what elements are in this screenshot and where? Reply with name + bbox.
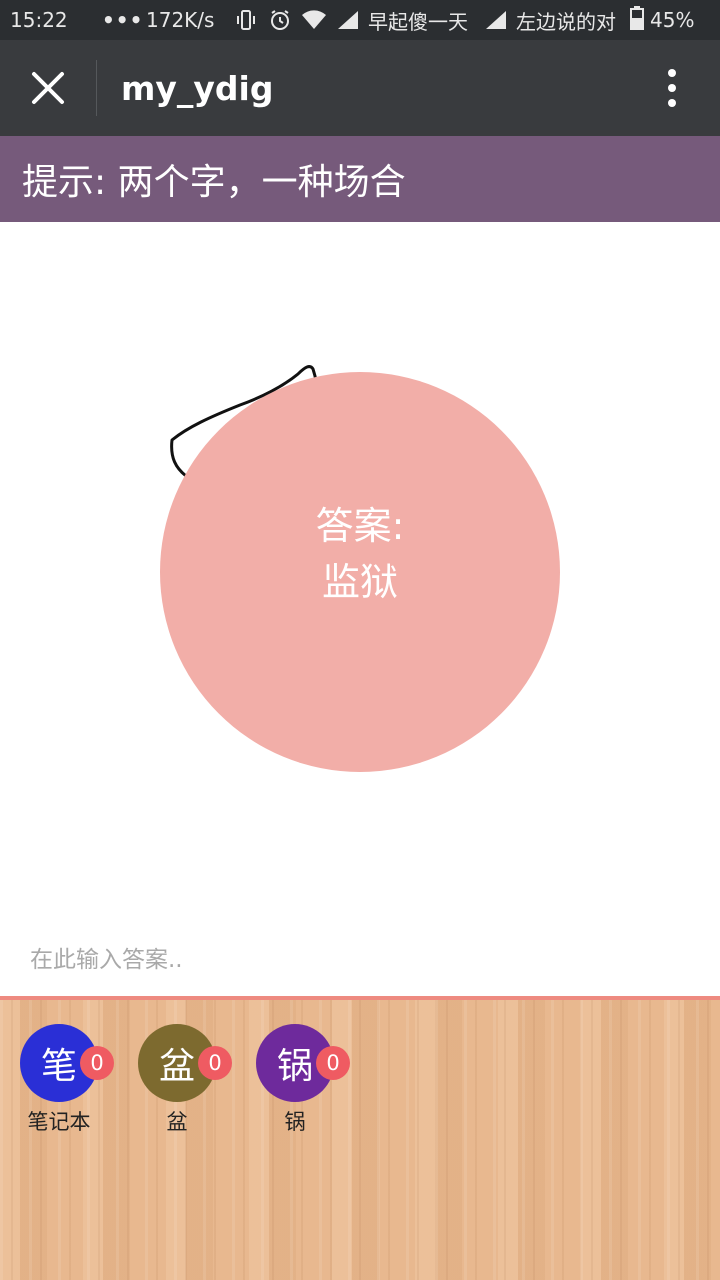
answer-value: 监狱 xyxy=(321,560,398,604)
net-speed: 172K/s xyxy=(146,8,215,32)
choice-tray: 笔 0 笔记本 盆 0 盆 锅 0 锅 xyxy=(0,996,720,1280)
choice-avatar[interactable]: 笔 0 xyxy=(20,1024,114,1102)
battery-icon xyxy=(630,5,644,35)
status-more-icon: ••• xyxy=(102,8,144,32)
more-vertical-icon xyxy=(668,69,676,107)
battery-level: 45% xyxy=(650,8,695,32)
alarm-icon xyxy=(266,6,294,34)
app-screen: 15:22 ••• 172K/s 早起傻一天 左边说的对 45% my_ydig xyxy=(0,0,720,1280)
choice-item-guo[interactable]: 锅 0 锅 xyxy=(256,1024,374,1136)
choice-char: 笔 xyxy=(40,1046,77,1087)
choice-item-bijiben[interactable]: 笔 0 笔记本 xyxy=(20,1024,138,1136)
status-time: 15:22 xyxy=(10,8,68,32)
close-button[interactable] xyxy=(0,40,96,136)
wifi-icon xyxy=(300,6,328,34)
answer-input[interactable] xyxy=(22,936,698,984)
choice-label: 锅 xyxy=(284,1110,306,1134)
vibrate-icon xyxy=(232,6,260,34)
title-bar: my_ydig xyxy=(0,40,720,136)
answer-reveal-circle: 答案: 监狱 xyxy=(160,372,560,772)
hint-banner: 提示: 两个字，一种场合 xyxy=(0,136,720,222)
choice-char: 锅 xyxy=(276,1046,313,1087)
hint-text: 提示: 两个字，一种场合 xyxy=(22,162,406,203)
carrier-1: 早起傻一天 xyxy=(368,9,468,34)
choice-label: 笔记本 xyxy=(27,1110,91,1134)
choice-avatar[interactable]: 盆 0 xyxy=(138,1024,232,1102)
choice-badge: 0 xyxy=(80,1046,114,1080)
choice-item-pen[interactable]: 盆 0 盆 xyxy=(138,1024,256,1136)
page-title: my_ydig xyxy=(121,68,274,108)
close-icon xyxy=(32,72,64,104)
answer-label: 答案: xyxy=(315,504,405,548)
choice-list: 笔 0 笔记本 盆 0 盆 锅 0 锅 xyxy=(20,1024,374,1136)
signal-icon-2 xyxy=(482,6,510,34)
title-divider xyxy=(96,60,97,116)
status-bar: 15:22 ••• 172K/s 早起傻一天 左边说的对 45% xyxy=(0,0,720,40)
more-menu-button[interactable] xyxy=(624,40,720,136)
signal-icon xyxy=(334,6,362,34)
choice-badge: 0 xyxy=(198,1046,232,1080)
choice-badge: 0 xyxy=(316,1046,350,1080)
choice-char: 盆 xyxy=(158,1046,195,1087)
choice-label: 盆 xyxy=(166,1110,188,1134)
drawing-canvas[interactable]: 答案: 监狱 xyxy=(0,222,720,942)
choice-avatar[interactable]: 锅 0 xyxy=(256,1024,350,1102)
carrier-2: 左边说的对 xyxy=(516,9,616,34)
